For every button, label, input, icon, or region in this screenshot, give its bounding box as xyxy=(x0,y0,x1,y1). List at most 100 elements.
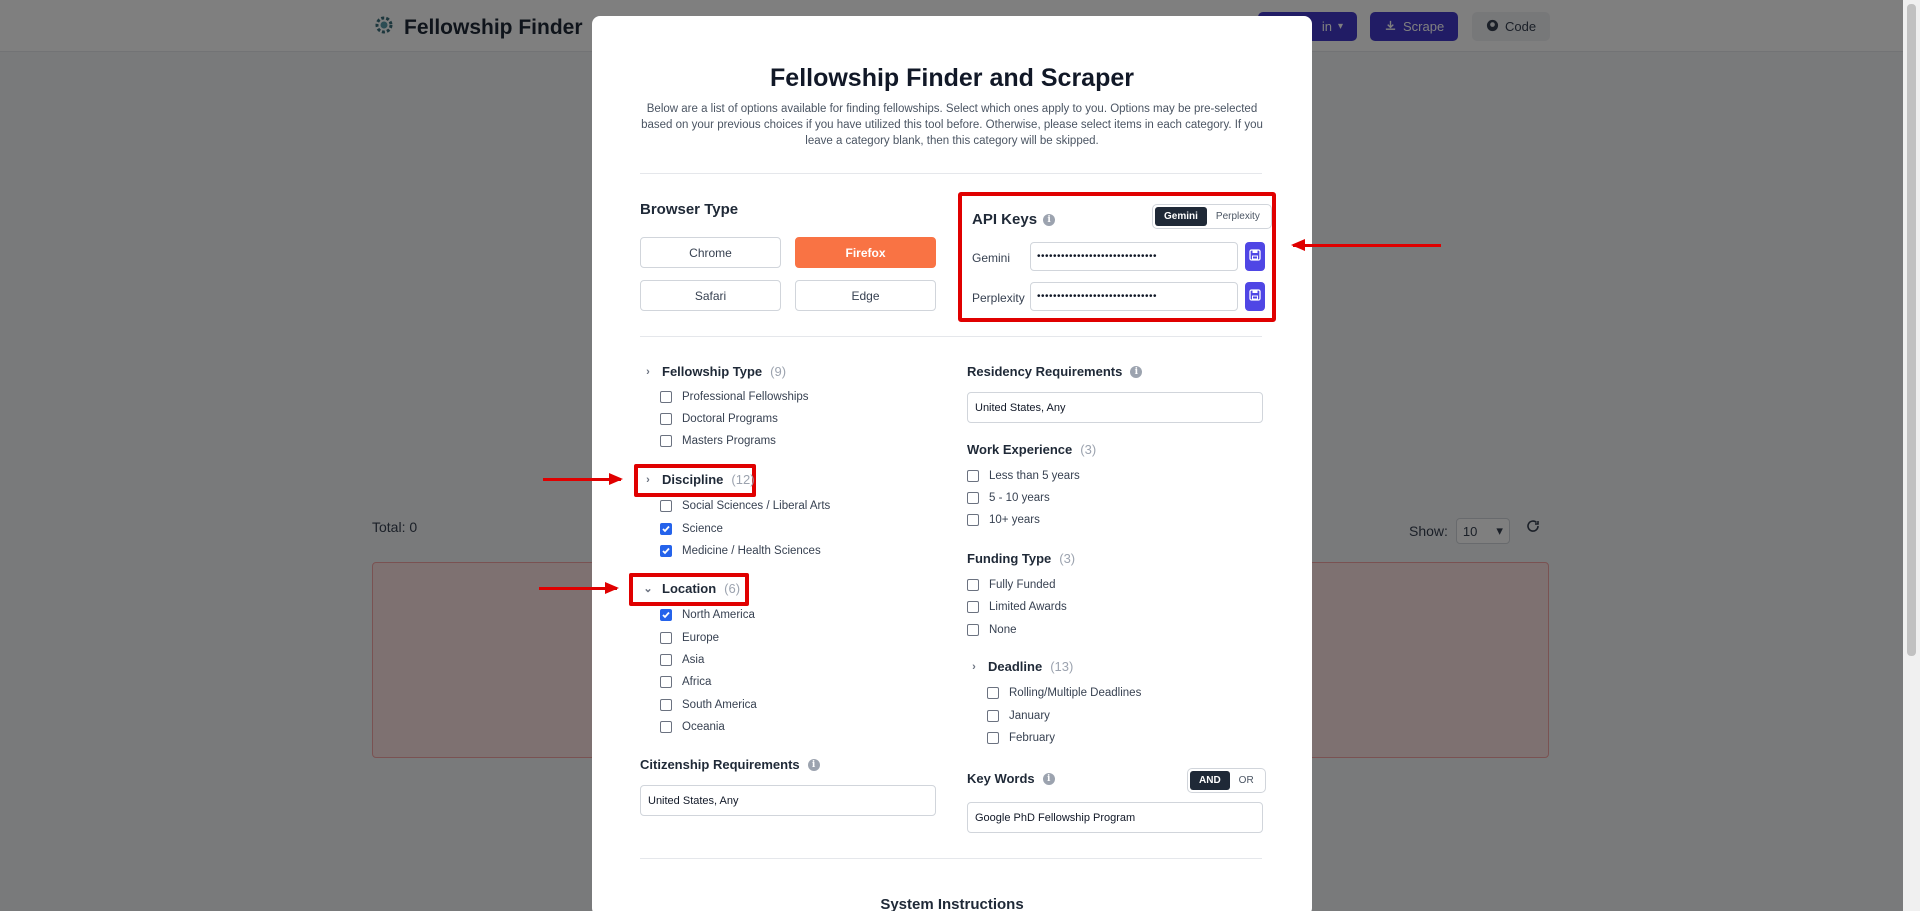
fellowship-type-header[interactable]: › Fellowship Type (9) xyxy=(642,364,786,379)
browser-chrome-button[interactable]: Chrome xyxy=(640,237,781,268)
browser-firefox-button[interactable]: Firefox xyxy=(795,237,936,268)
discipline-header[interactable]: › Discipline (12) xyxy=(642,472,754,487)
checkbox-10-plus[interactable]: 10+ years xyxy=(967,514,1040,526)
checkbox[interactable] xyxy=(660,632,672,644)
fellowship-type-count: (9) xyxy=(770,364,787,379)
checkbox[interactable] xyxy=(967,514,979,526)
checkbox-none[interactable]: None xyxy=(967,624,1017,636)
checkbox-label: Rolling/Multiple Deadlines xyxy=(1009,687,1142,699)
location-header[interactable]: ⌄ Location (6) xyxy=(642,581,740,596)
checkbox-february[interactable]: February xyxy=(987,732,1055,744)
checkbox-europe[interactable]: Europe xyxy=(660,632,719,644)
checkbox-professional-fellowships[interactable]: Professional Fellowships xyxy=(660,391,809,403)
checkbox-medicine[interactable]: Medicine / Health Sciences xyxy=(660,545,821,557)
annotation-arrow-location xyxy=(539,582,619,594)
work-experience-header: Work Experience (3) xyxy=(967,442,1096,457)
checkbox-label: Africa xyxy=(682,676,712,688)
key-words-input[interactable]: Google PhD Fellowship Program xyxy=(967,802,1263,833)
checkbox[interactable] xyxy=(967,624,979,636)
location-title: Location xyxy=(662,581,717,596)
api-toggle-perplexity[interactable]: Perplexity xyxy=(1207,207,1269,226)
browser-safari-button[interactable]: Safari xyxy=(640,280,781,311)
checkbox-label: Doctoral Programs xyxy=(682,413,778,425)
checkbox[interactable] xyxy=(660,435,672,447)
checkbox-south-america[interactable]: South America xyxy=(660,699,757,711)
checkbox-doctoral-programs[interactable]: Doctoral Programs xyxy=(660,413,778,425)
checkbox-north-america[interactable]: North America xyxy=(660,609,755,621)
checkbox-label: Fully Funded xyxy=(989,579,1056,591)
save-icon xyxy=(1249,248,1261,266)
checkbox-science[interactable]: Science xyxy=(660,523,723,535)
api-provider-toggle: Gemini Perplexity xyxy=(1152,204,1272,229)
checkbox-label: Medicine / Health Sciences xyxy=(682,545,821,557)
api-keys-highlight: API Keys i Gemini Perplexity Gemini ••••… xyxy=(958,192,1276,322)
checkbox-limited-awards[interactable]: Limited Awards xyxy=(967,601,1067,613)
checkbox-label: Less than 5 years xyxy=(989,470,1080,482)
discipline-title: Discipline xyxy=(662,472,724,487)
deadline-title: Deadline xyxy=(988,659,1043,674)
citizenship-input[interactable]: United States, Any xyxy=(640,785,936,816)
api-keys-heading: API Keys i xyxy=(972,211,1056,228)
checkbox-social-sciences[interactable]: Social Sciences / Liberal Arts xyxy=(660,500,830,512)
browser-edge-button[interactable]: Edge xyxy=(795,280,936,311)
perplexity-key-input[interactable]: •••••••••••••••••••••••••••••• xyxy=(1030,282,1238,311)
checkbox-label: South America xyxy=(682,699,757,711)
checkbox-masters-programs[interactable]: Masters Programs xyxy=(660,435,776,447)
annotation-arrow-discipline xyxy=(543,473,623,485)
scraper-modal: Fellowship Finder and Scraper Below are … xyxy=(592,16,1312,911)
page-scrollbar[interactable] xyxy=(1903,0,1920,911)
gemini-save-button[interactable] xyxy=(1245,242,1265,271)
checkbox-checked[interactable] xyxy=(660,545,672,557)
checkbox-africa[interactable]: Africa xyxy=(660,676,711,688)
checkbox[interactable] xyxy=(660,500,672,512)
checkbox-fully-funded[interactable]: Fully Funded xyxy=(967,579,1055,591)
checkbox[interactable] xyxy=(660,676,672,688)
gemini-key-label: Gemini xyxy=(972,251,1011,265)
chevron-right-icon: › xyxy=(646,365,650,378)
checkbox-oceania[interactable]: Oceania xyxy=(660,721,725,733)
info-icon[interactable]: i xyxy=(807,758,820,771)
checkbox[interactable] xyxy=(987,687,999,699)
funding-type-title: Funding Type xyxy=(967,551,1052,566)
checkbox[interactable] xyxy=(967,579,979,591)
checkbox-label: None xyxy=(989,624,1017,636)
checkbox[interactable] xyxy=(967,470,979,482)
residency-input[interactable]: United States, Any xyxy=(967,392,1263,423)
checkbox-5-to-10[interactable]: 5 - 10 years xyxy=(967,492,1050,504)
checkbox[interactable] xyxy=(660,413,672,425)
funding-type-header: Funding Type (3) xyxy=(967,551,1075,566)
info-icon[interactable]: i xyxy=(1043,213,1056,226)
checkbox-checked[interactable] xyxy=(660,609,672,621)
checkbox-label: January xyxy=(1009,710,1050,722)
info-icon[interactable]: i xyxy=(1042,772,1055,785)
checkbox-less-than-5[interactable]: Less than 5 years xyxy=(967,470,1080,482)
scrollbar-thumb[interactable] xyxy=(1907,4,1916,656)
checkbox-label: 5 - 10 years xyxy=(989,492,1050,504)
gemini-key-input[interactable]: •••••••••••••••••••••••••••••• xyxy=(1030,242,1238,271)
citizenship-title: Citizenship Requirements xyxy=(640,757,800,772)
checkbox[interactable] xyxy=(660,721,672,733)
api-keys-title: API Keys xyxy=(972,211,1038,228)
key-words-heading: Key Words i xyxy=(967,771,1055,786)
checkbox[interactable] xyxy=(987,732,999,744)
checkbox[interactable] xyxy=(987,710,999,722)
operator-and[interactable]: AND xyxy=(1190,771,1230,790)
checkbox-label: Professional Fellowships xyxy=(682,391,809,403)
checkbox-rolling-deadlines[interactable]: Rolling/Multiple Deadlines xyxy=(987,687,1141,699)
checkbox[interactable] xyxy=(967,492,979,504)
checkbox-label: Oceania xyxy=(682,721,725,733)
checkbox[interactable] xyxy=(660,699,672,711)
deadline-header[interactable]: › Deadline (13) xyxy=(968,659,1073,674)
checkbox[interactable] xyxy=(660,391,672,403)
operator-or[interactable]: OR xyxy=(1230,771,1263,790)
perplexity-save-button[interactable] xyxy=(1245,282,1265,311)
chevron-right-icon: › xyxy=(646,473,650,486)
checkbox-january[interactable]: January xyxy=(987,710,1050,722)
checkbox-asia[interactable]: Asia xyxy=(660,654,704,666)
checkbox-checked[interactable] xyxy=(660,523,672,535)
checkbox[interactable] xyxy=(967,601,979,613)
checkbox[interactable] xyxy=(660,654,672,666)
info-icon[interactable]: i xyxy=(1130,365,1143,378)
funding-type-count: (3) xyxy=(1059,551,1076,566)
api-toggle-gemini[interactable]: Gemini xyxy=(1155,207,1207,226)
